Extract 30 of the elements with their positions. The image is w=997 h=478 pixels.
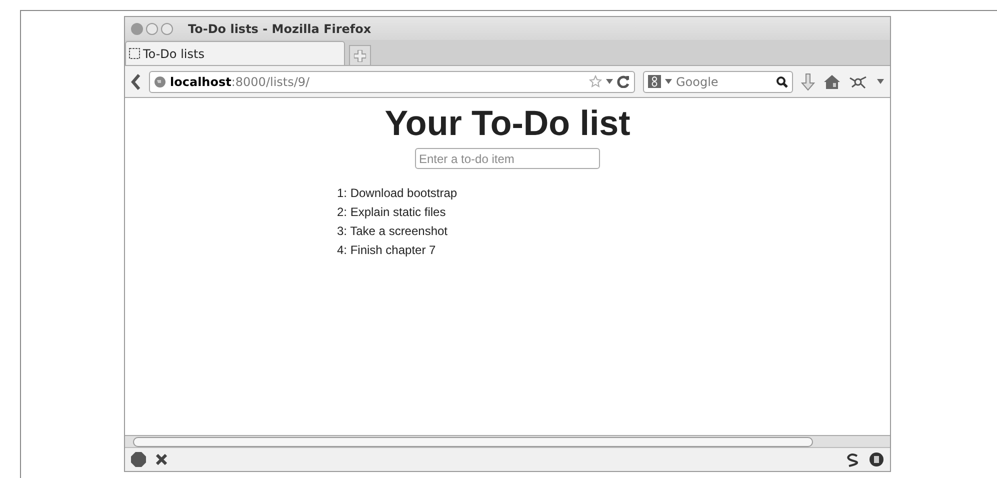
stop-sign-icon[interactable] — [131, 452, 146, 467]
caret-icon[interactable] — [877, 79, 884, 84]
todo-item: 4: Finish chapter 7 — [337, 242, 437, 258]
star-icon[interactable] — [589, 75, 602, 88]
search-placeholder: Google — [676, 74, 720, 88]
page-heading: Your To-Do list — [384, 104, 630, 144]
todo-item: 1: Download bootstrap — [337, 185, 458, 201]
network-icon[interactable] — [849, 74, 869, 88]
caret-icon[interactable] — [606, 79, 613, 84]
todo-item: 3: Take a screenshot — [337, 223, 449, 239]
search-field[interactable]: Google — [643, 70, 793, 92]
addon-icon[interactable] — [869, 452, 884, 467]
page-icon — [129, 48, 140, 59]
home-icon[interactable] — [823, 74, 841, 90]
scrollbar-thumb[interactable] — [133, 436, 813, 446]
url-text: localhost:8000/lists/9/ — [170, 74, 310, 88]
back-icon[interactable] — [131, 74, 141, 90]
download-icon[interactable] — [801, 72, 815, 90]
plus-icon — [354, 50, 366, 62]
address-bar[interactable]: localhost:8000/lists/9/ — [149, 70, 635, 92]
window-title: To-Do lists - Mozilla Firefox — [188, 22, 372, 36]
browser-tab[interactable]: To-Do lists — [125, 41, 345, 65]
close-icon[interactable] — [156, 454, 167, 465]
horizontal-scrollbar[interactable] — [125, 435, 890, 447]
reload-icon[interactable] — [617, 75, 630, 88]
search-icon[interactable] — [776, 76, 788, 88]
todo-input[interactable]: Enter a to-do item — [415, 148, 600, 169]
caret-icon[interactable] — [665, 79, 672, 84]
todo-item: 2: Explain static files — [337, 204, 447, 220]
globe-icon — [154, 76, 166, 88]
